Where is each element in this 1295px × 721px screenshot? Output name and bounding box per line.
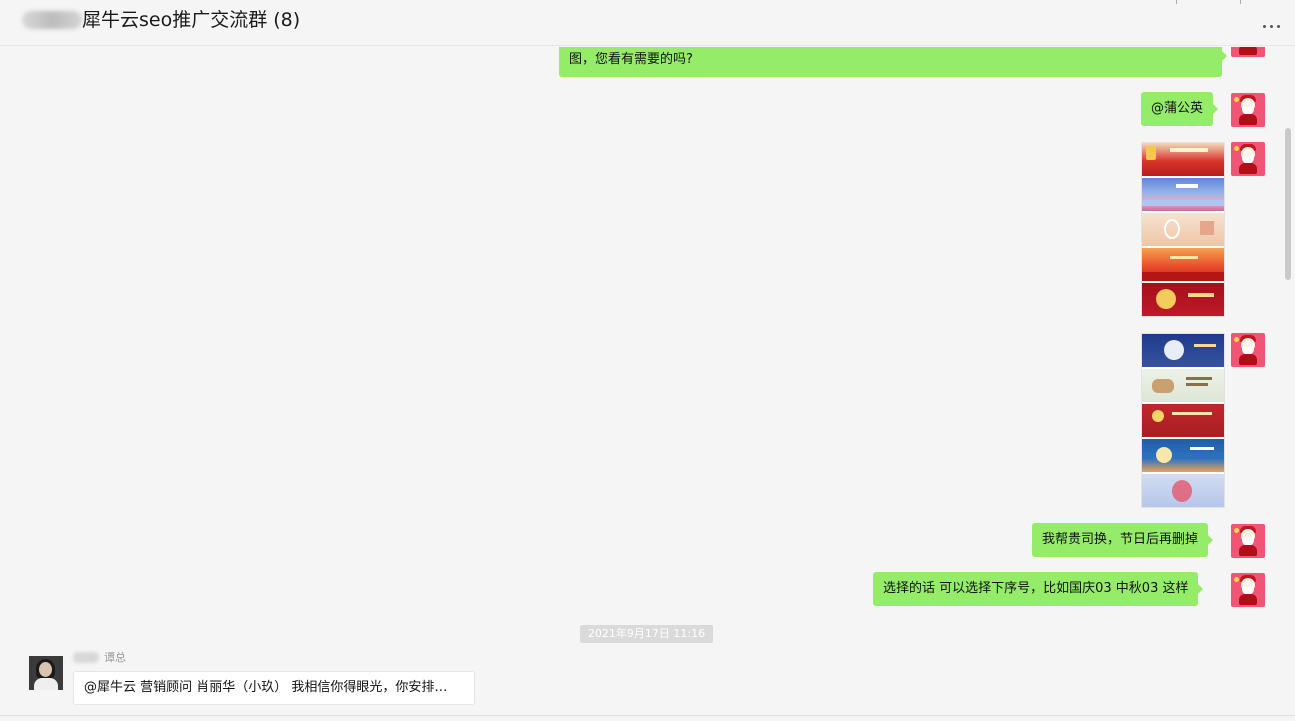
scrollbar-thumb[interactable]: [1285, 128, 1291, 280]
image-message-group[interactable]: [1141, 142, 1225, 317]
banner-image[interactable]: [1142, 474, 1224, 507]
window-edge-mark: [1176, 0, 1177, 4]
redacted-title-prefix: [22, 11, 82, 29]
sender-avatar[interactable]: [29, 656, 63, 690]
message-bubble-self[interactable]: 图，您看有需要的吗?: [559, 47, 1227, 77]
message-bubble-self[interactable]: @蒲公英: [1141, 92, 1219, 126]
message-text: 选择的话 可以选择下序号，比如国庆03 中秋03 这样: [883, 581, 1189, 596]
self-avatar[interactable]: [1231, 142, 1265, 176]
message-bubble-self[interactable]: 选择的话 可以选择下序号，比如国庆03 中秋03 这样: [873, 572, 1204, 606]
sender-name: 谭总: [104, 651, 126, 664]
self-avatar[interactable]: [1231, 573, 1265, 607]
banner-image[interactable]: [1142, 213, 1224, 246]
message-bubble-self[interactable]: 我帮贵司换，节日后再删掉: [1032, 523, 1214, 557]
image-message-group[interactable]: [1141, 333, 1225, 508]
banner-image[interactable]: [1142, 404, 1224, 437]
more-dots-icon[interactable]: [1261, 13, 1283, 31]
banner-image[interactable]: [1142, 283, 1224, 316]
window-edge-mark: [1240, 0, 1241, 4]
banner-image[interactable]: [1142, 248, 1224, 281]
message-text: 图，您看有需要的吗?: [569, 52, 693, 67]
message-text: 我帮贵司换，节日后再删掉: [1042, 532, 1199, 547]
message-list[interactable]: 图，您看有需要的吗? @蒲公英 我帮贵司换，节日后再删掉 选择的话 可以选择下序…: [0, 47, 1283, 715]
banner-image[interactable]: [1142, 178, 1224, 211]
self-avatar[interactable]: [1231, 93, 1265, 127]
message-timestamp: 2021年9月17日 11:16: [580, 625, 713, 643]
banner-image[interactable]: [1142, 439, 1224, 472]
self-avatar[interactable]: [1231, 47, 1265, 57]
banner-image[interactable]: [1142, 143, 1224, 176]
banner-image[interactable]: [1142, 334, 1224, 367]
self-avatar[interactable]: [1231, 333, 1265, 367]
banner-image[interactable]: [1142, 369, 1224, 402]
message-bubble-other[interactable]: @犀牛云 营销顾问 肖丽华（小玖） 我相信你得眼光，你安排…: [73, 671, 475, 705]
redacted-sender-name: [73, 652, 99, 663]
chat-title: 犀牛云seo推广交流群 (8): [82, 9, 301, 31]
input-divider: [0, 715, 1295, 716]
message-text: @蒲公英: [1151, 101, 1204, 116]
chat-header: 犀牛云seo推广交流群 (8): [0, 0, 1295, 46]
message-text: @犀牛云 营销顾问 肖丽华（小玖） 我相信你得眼光，你安排…: [84, 680, 448, 695]
self-avatar[interactable]: [1231, 524, 1265, 558]
